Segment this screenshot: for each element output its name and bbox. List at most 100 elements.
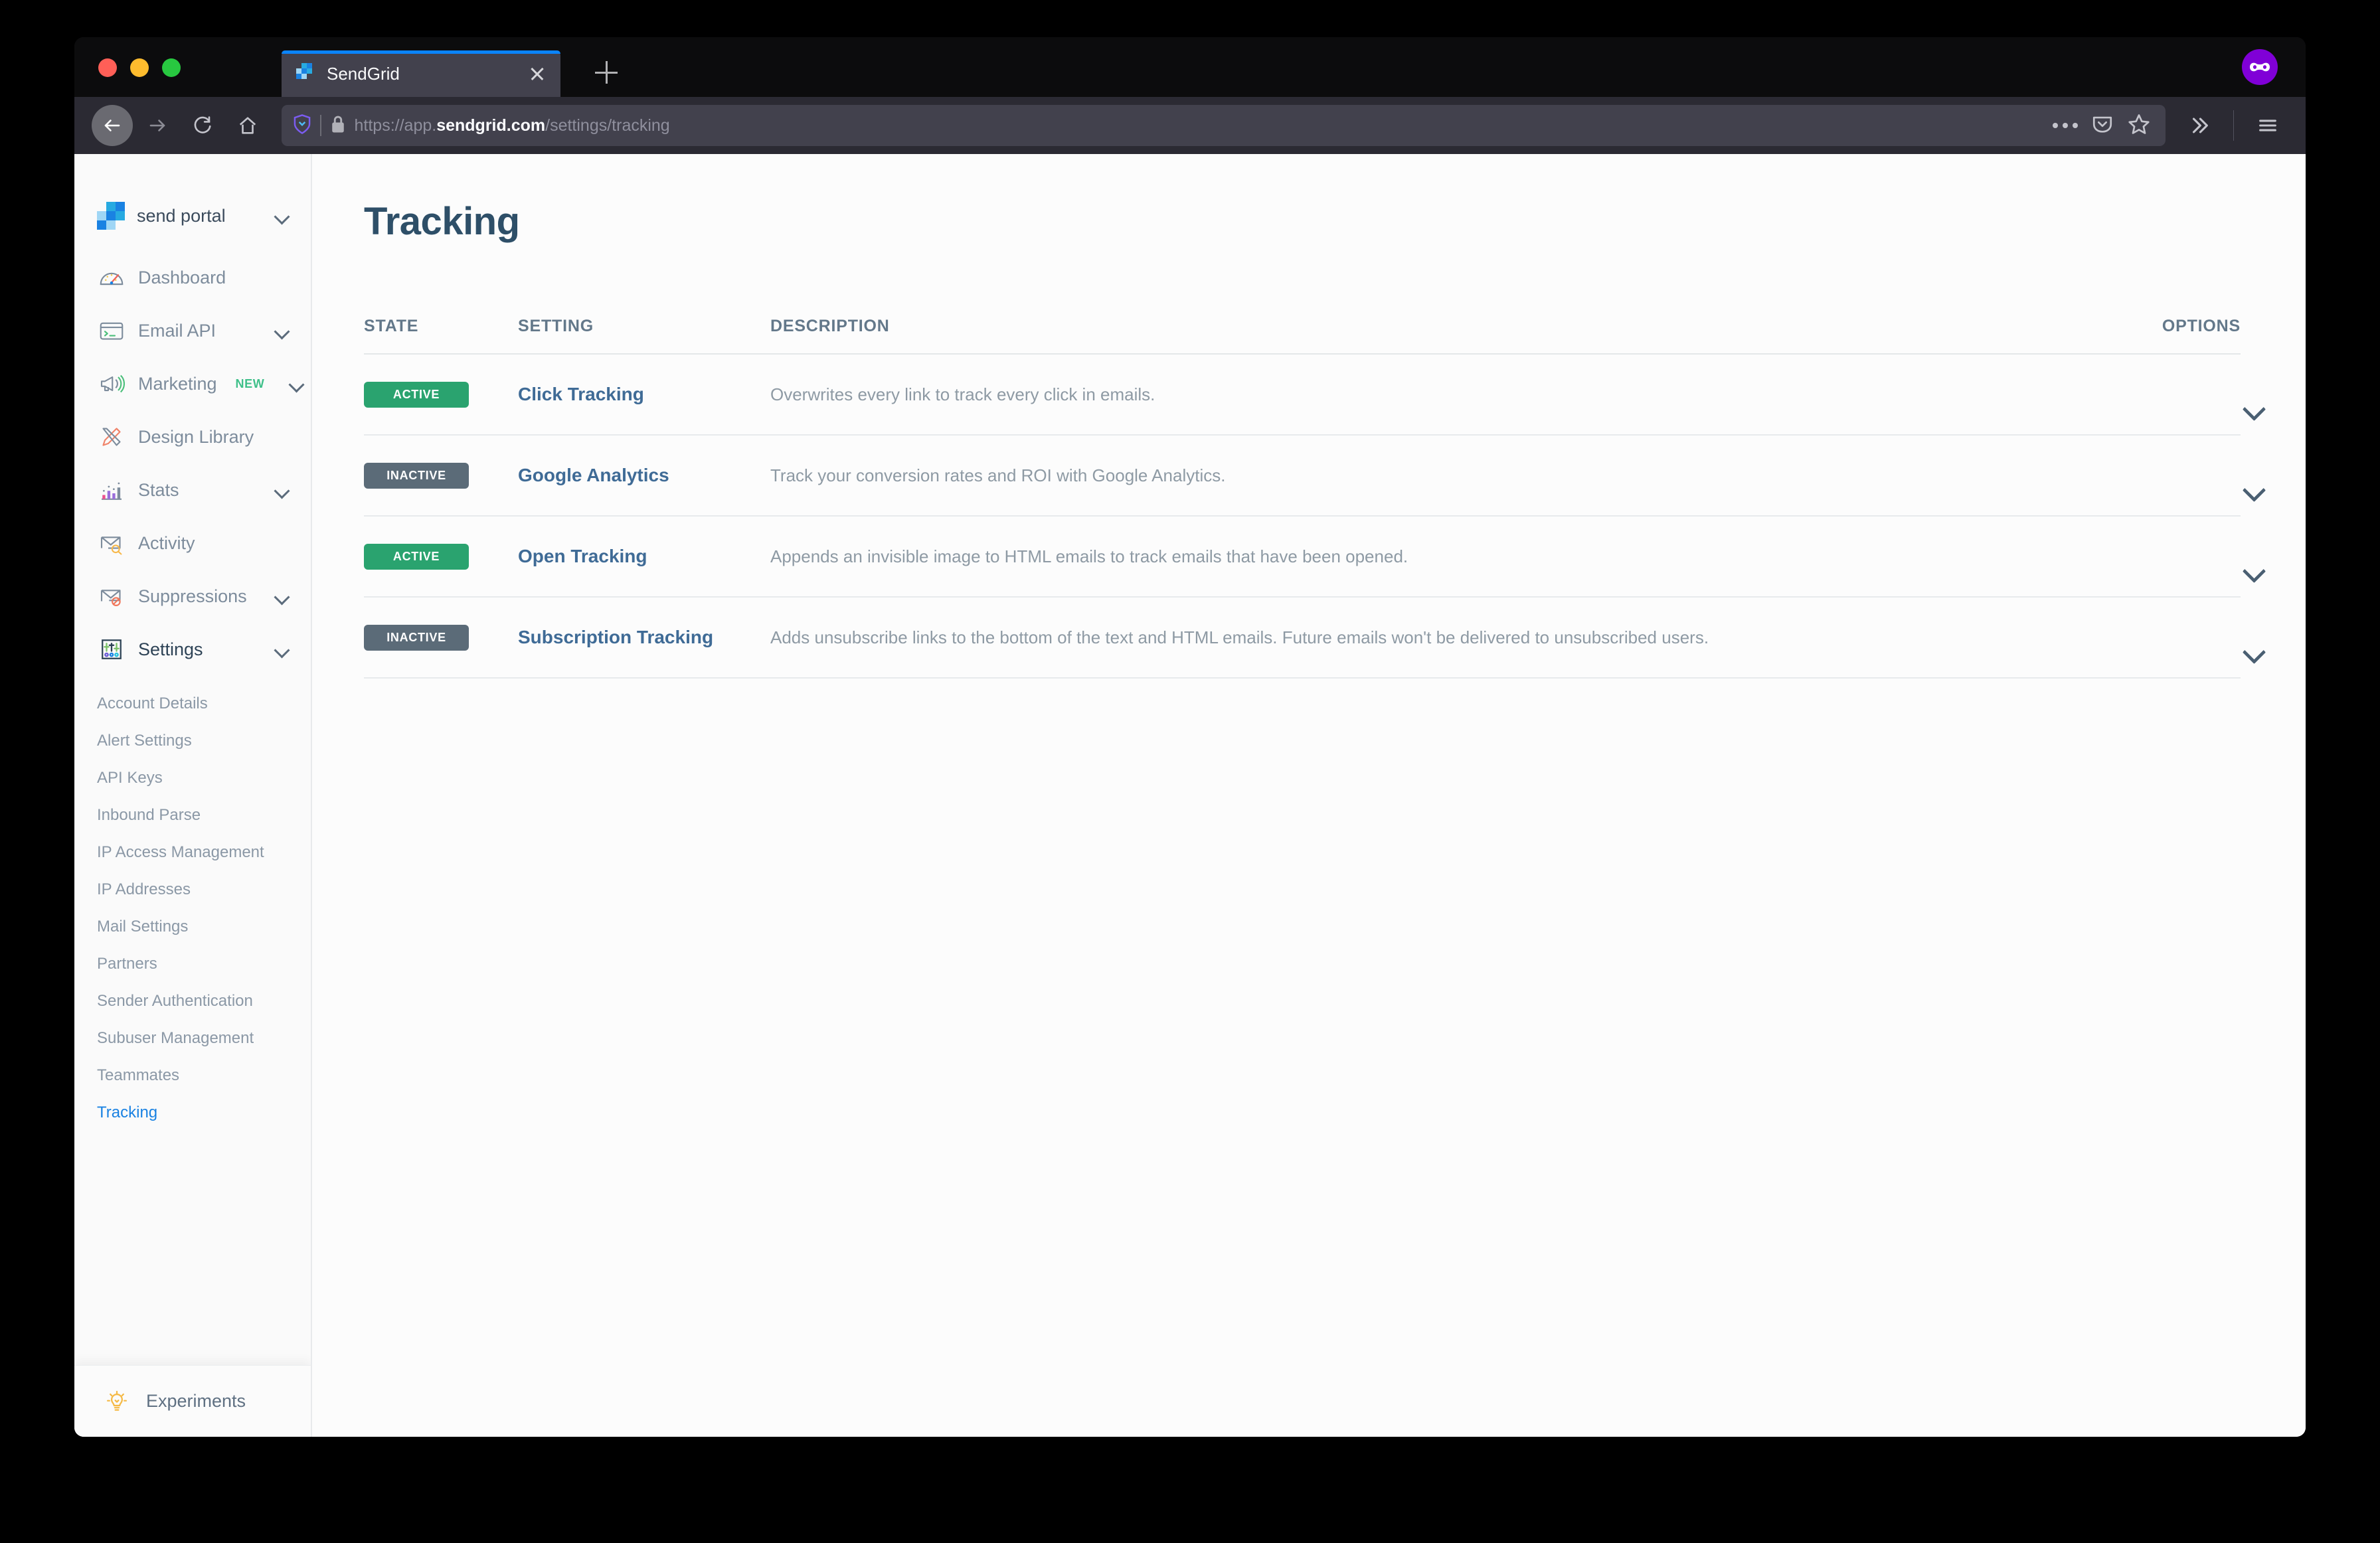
table-row: INACTIVE Google Analytics Track your con… bbox=[364, 436, 2241, 517]
sidebar-subitem-sender-authentication[interactable]: Sender Authentication bbox=[74, 983, 311, 1020]
sidebar-subitem-alert-settings[interactable]: Alert Settings bbox=[74, 722, 311, 760]
reload-icon[interactable] bbox=[182, 105, 223, 146]
sidebar-subitem-mail-settings[interactable]: Mail Settings bbox=[74, 908, 311, 945]
sidebar-item-experiments[interactable]: Experiments bbox=[74, 1365, 311, 1437]
column-header-options: OPTIONS bbox=[2162, 317, 2241, 335]
state-cell: ACTIVE bbox=[364, 543, 518, 570]
sidebar-item-dashboard[interactable]: Dashboard bbox=[74, 251, 311, 304]
window-controls bbox=[98, 58, 181, 77]
sidebar-item-marketing[interactable]: Marketing NEW bbox=[74, 357, 311, 410]
sidebar-subitem-teammates[interactable]: Teammates bbox=[74, 1057, 311, 1094]
table-row: ACTIVE Click Tracking Overwrites every l… bbox=[364, 355, 2241, 436]
sidebar-item-settings[interactable]: Settings bbox=[74, 623, 311, 676]
sidebar-item-activity[interactable]: Activity bbox=[74, 517, 311, 570]
setting-link[interactable]: Google Analytics bbox=[518, 465, 669, 485]
url-bar[interactable]: https://app.sendgrid.com/settings/tracki… bbox=[282, 105, 2166, 146]
status-badge: ACTIVE bbox=[364, 381, 469, 408]
chevron-down-icon[interactable] bbox=[274, 588, 291, 605]
setting-link[interactable]: Click Tracking bbox=[518, 384, 644, 404]
status-badge: INACTIVE bbox=[364, 462, 469, 489]
sidebar-item-label: Email API bbox=[138, 320, 216, 341]
sidebar-item-email-api[interactable]: Email API bbox=[74, 304, 311, 357]
url-prefix: https://app. bbox=[354, 116, 437, 135]
setting-link[interactable]: Open Tracking bbox=[518, 546, 647, 566]
sidebar-subitem-subuser-management[interactable]: Subuser Management bbox=[74, 1020, 311, 1057]
sidebar-subitem-inbound-parse[interactable]: Inbound Parse bbox=[74, 797, 311, 834]
page-title: Tracking bbox=[364, 200, 520, 243]
forward-arrow-icon[interactable] bbox=[137, 105, 178, 146]
state-cell: INACTIVE bbox=[364, 462, 518, 489]
browser-window: SendGrid https://app.sendgrid.com/settin… bbox=[74, 37, 2306, 1437]
table-row: INACTIVE Subscription Tracking Adds unsu… bbox=[364, 598, 2241, 679]
speedometer-icon bbox=[97, 263, 126, 292]
description-cell: Overwrites every link to track every cli… bbox=[770, 384, 1155, 404]
settings-submenu: Account Details Alert Settings API Keys … bbox=[74, 676, 311, 1131]
maximize-window-button[interactable] bbox=[162, 58, 181, 77]
sidebar-subitem-ip-addresses[interactable]: IP Addresses bbox=[74, 871, 311, 908]
bar-chart-icon bbox=[97, 475, 126, 505]
lightbulb-icon bbox=[102, 1387, 131, 1416]
description-cell: Appends an invisible image to HTML email… bbox=[770, 546, 1408, 566]
chevron-down-icon[interactable] bbox=[274, 207, 291, 224]
new-tab-button[interactable] bbox=[592, 58, 620, 86]
url-divider bbox=[320, 115, 321, 136]
chevron-down-icon[interactable] bbox=[274, 322, 291, 339]
double-chevron-right-icon[interactable] bbox=[2179, 105, 2220, 146]
sidebar-item-label: Stats bbox=[138, 479, 179, 500]
minimize-window-button[interactable] bbox=[130, 58, 149, 77]
envelope-block-icon bbox=[97, 582, 126, 611]
setting-cell: Subscription Tracking bbox=[518, 627, 770, 648]
home-icon[interactable] bbox=[227, 105, 268, 146]
url-domain: sendgrid.com bbox=[436, 116, 546, 135]
sidebar-item-label: Settings bbox=[138, 639, 203, 659]
browser-tab-sendgrid[interactable]: SendGrid bbox=[282, 50, 560, 97]
sendgrid-logo-icon bbox=[296, 63, 317, 84]
state-cell: INACTIVE bbox=[364, 624, 518, 651]
sidebar-item-label: Design Library bbox=[138, 426, 254, 447]
setting-link[interactable]: Subscription Tracking bbox=[518, 627, 713, 647]
sidebar-item-label: Marketing bbox=[138, 373, 217, 394]
sidebar-item-suppressions[interactable]: Suppressions bbox=[74, 570, 311, 623]
sidebar-subitem-partners[interactable]: Partners bbox=[74, 945, 311, 983]
tab-title: SendGrid bbox=[327, 63, 400, 84]
chevron-down-icon[interactable] bbox=[274, 641, 291, 658]
sidebar-subitem-api-keys[interactable]: API Keys bbox=[74, 760, 311, 797]
chevron-down-icon[interactable] bbox=[274, 481, 291, 499]
setting-cell: Click Tracking bbox=[518, 384, 770, 405]
tracking-protection-shield-icon[interactable] bbox=[292, 114, 312, 138]
close-window-button[interactable] bbox=[98, 58, 117, 77]
megaphone-icon bbox=[97, 369, 126, 398]
sidebar-subitem-tracking[interactable]: Tracking bbox=[74, 1094, 311, 1131]
account-switcher[interactable]: send portal bbox=[74, 154, 311, 230]
ellipsis-icon[interactable] bbox=[2052, 123, 2078, 128]
sidebar-subitem-account-details[interactable]: Account Details bbox=[74, 685, 311, 722]
setting-cell: Open Tracking bbox=[518, 546, 770, 567]
description-cell: Adds unsubscribe links to the bottom of … bbox=[770, 627, 1709, 647]
sidebar-item-label: Dashboard bbox=[138, 267, 226, 287]
sidebar-item-design-library[interactable]: Design Library bbox=[74, 410, 311, 463]
account-name: send portal bbox=[137, 205, 226, 226]
star-icon[interactable] bbox=[2127, 112, 2151, 139]
pencil-ruler-icon bbox=[97, 422, 126, 451]
chevron-down-icon[interactable] bbox=[288, 375, 305, 392]
private-browsing-mask-icon[interactable] bbox=[2242, 49, 2278, 85]
table-row: ACTIVE Open Tracking Appends an invisibl… bbox=[364, 517, 2241, 598]
close-tab-button[interactable] bbox=[526, 62, 549, 85]
description-cell: Track your conversion rates and ROI with… bbox=[770, 465, 1226, 485]
url-text[interactable]: https://app.sendgrid.com/settings/tracki… bbox=[355, 116, 2045, 135]
browser-toolbar: https://app.sendgrid.com/settings/tracki… bbox=[74, 97, 2306, 154]
sidebar-footer-label: Experiments bbox=[146, 1391, 246, 1411]
padlock-icon bbox=[329, 114, 347, 137]
sidebar-subitem-ip-access-management[interactable]: IP Access Management bbox=[74, 834, 311, 871]
hamburger-menu-icon[interactable] bbox=[2247, 105, 2288, 146]
setting-cell: Google Analytics bbox=[518, 465, 770, 486]
tab-strip: SendGrid bbox=[74, 37, 2306, 97]
page-viewport: send portal Dashboard Email API Marketin… bbox=[74, 154, 2306, 1437]
back-arrow-icon[interactable] bbox=[92, 105, 133, 146]
pocket-icon[interactable] bbox=[2091, 113, 2114, 139]
terminal-card-icon bbox=[97, 316, 126, 345]
sidebar-item-label: Activity bbox=[138, 532, 195, 553]
envelope-search-icon bbox=[97, 528, 126, 558]
table-header-row: STATE SETTING DESCRIPTION OPTIONS bbox=[364, 317, 2241, 355]
sidebar-item-stats[interactable]: Stats bbox=[74, 463, 311, 517]
